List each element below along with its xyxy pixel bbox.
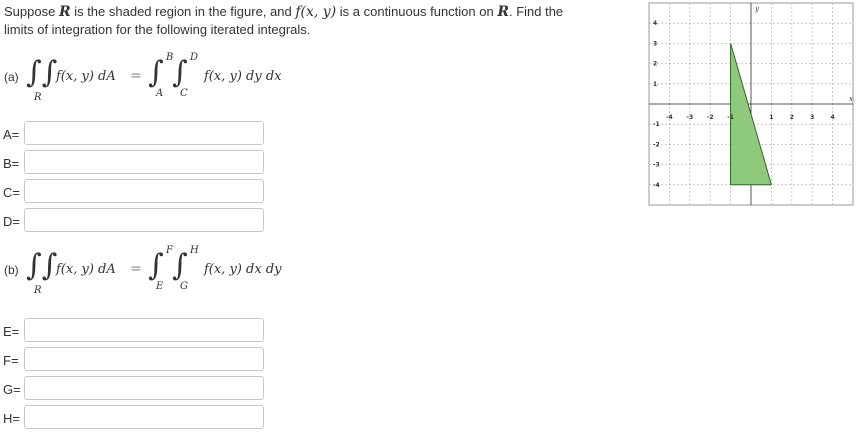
field-label-h: H= (3, 411, 20, 426)
field-label-b: B= (3, 156, 20, 171)
inner-integral-sign-b: ∫ (172, 248, 188, 283)
field-label-a: A= (3, 127, 20, 142)
y-tick-label: -4 (653, 182, 660, 189)
lower-inner-limit-a: C (180, 88, 188, 99)
field-label-e: E= (3, 324, 20, 339)
y-tick-label: 3 (653, 40, 657, 47)
region-graph: -4 -3 -2 -1 1 2 3 44321-1-2-3-4xy (648, 2, 854, 206)
outer-integral-sign-a: ∫ (148, 55, 164, 90)
inner-integral-sign-a: ∫ (172, 55, 188, 90)
problem-statement: Suppose R is the shaded region in the fi… (4, 3, 604, 38)
lhs-a: f(x, y) dA (56, 69, 116, 84)
x-tick-label: -1 (727, 114, 734, 121)
field-label-f: F= (3, 353, 19, 368)
equals-a: = (130, 68, 142, 84)
input-b[interactable] (24, 150, 264, 174)
x-axis-label: x (849, 95, 853, 103)
part-b-label: (b) (4, 263, 19, 277)
lower-outer-limit-a: A (156, 88, 164, 99)
input-a[interactable] (24, 121, 264, 145)
problem-text-mid2: is a continuous function on (336, 4, 498, 19)
problem-text-mid1: is the shaded region in the figure, and (70, 4, 296, 19)
x-tick-label: 3 (810, 114, 814, 121)
problem-line-2: limits of integration for the following … (4, 22, 311, 37)
equation-a: (a) ∫∫ R f(x, y) dA = ∫ B A ∫ D C f(x, y… (4, 52, 324, 103)
input-f[interactable] (24, 347, 264, 371)
x-tick-label: -3 (686, 114, 693, 121)
y-tick-label: -3 (653, 162, 660, 169)
double-integral-sign-b: ∫∫ (26, 248, 58, 283)
region-symbol: R (58, 4, 71, 20)
lhs-b: f(x, y) dA (56, 262, 116, 277)
y-tick-label: -2 (653, 141, 660, 148)
upper-inner-limit-b: H (190, 245, 199, 256)
x-tick-label: 1 (769, 114, 773, 121)
input-g[interactable] (24, 376, 264, 400)
outer-integral-sign-b: ∫ (148, 248, 164, 283)
integrand-a: f(x, y) dy dx (204, 69, 282, 84)
part-a-label: (a) (4, 70, 19, 84)
y-tick-label: 1 (653, 81, 657, 88)
equation-b: (b) ∫∫ R f(x, y) dA = ∫ F E ∫ H G f(x, y… (4, 245, 324, 296)
x-tick-label: 4 (831, 114, 835, 121)
field-label-c: C= (3, 185, 20, 200)
problem-line-1: Suppose R is the shaded region in the fi… (4, 3, 604, 21)
upper-inner-limit-a: D (190, 52, 199, 63)
y-tick-label: 4 (653, 20, 657, 27)
field-label-d: D= (3, 214, 20, 229)
field-label-g: G= (3, 382, 21, 397)
problem-text-pre: Suppose (4, 4, 59, 19)
input-c[interactable] (24, 179, 264, 203)
problem-text-post: . Find the (508, 4, 564, 19)
region-subscript-a: R (34, 92, 42, 103)
x-tick-label: -2 (707, 114, 714, 121)
function-symbol: f(x, y) (295, 4, 337, 20)
region-symbol-2: R (497, 4, 509, 20)
y-tick-label: -1 (653, 121, 660, 128)
equals-b: = (130, 261, 142, 277)
double-integral-sign-a: ∫∫ (26, 55, 58, 90)
y-tick-label: 2 (653, 61, 657, 68)
x-tick-label: -4 (666, 114, 673, 121)
input-d[interactable] (24, 208, 264, 232)
integrand-b: f(x, y) dx dy (204, 262, 282, 277)
input-e[interactable] (24, 318, 264, 342)
lower-inner-limit-b: G (180, 281, 188, 292)
input-h[interactable] (24, 405, 264, 429)
x-tick-label: 2 (790, 114, 794, 121)
lower-outer-limit-b: E (156, 281, 164, 292)
region-subscript-b: R (34, 285, 42, 296)
